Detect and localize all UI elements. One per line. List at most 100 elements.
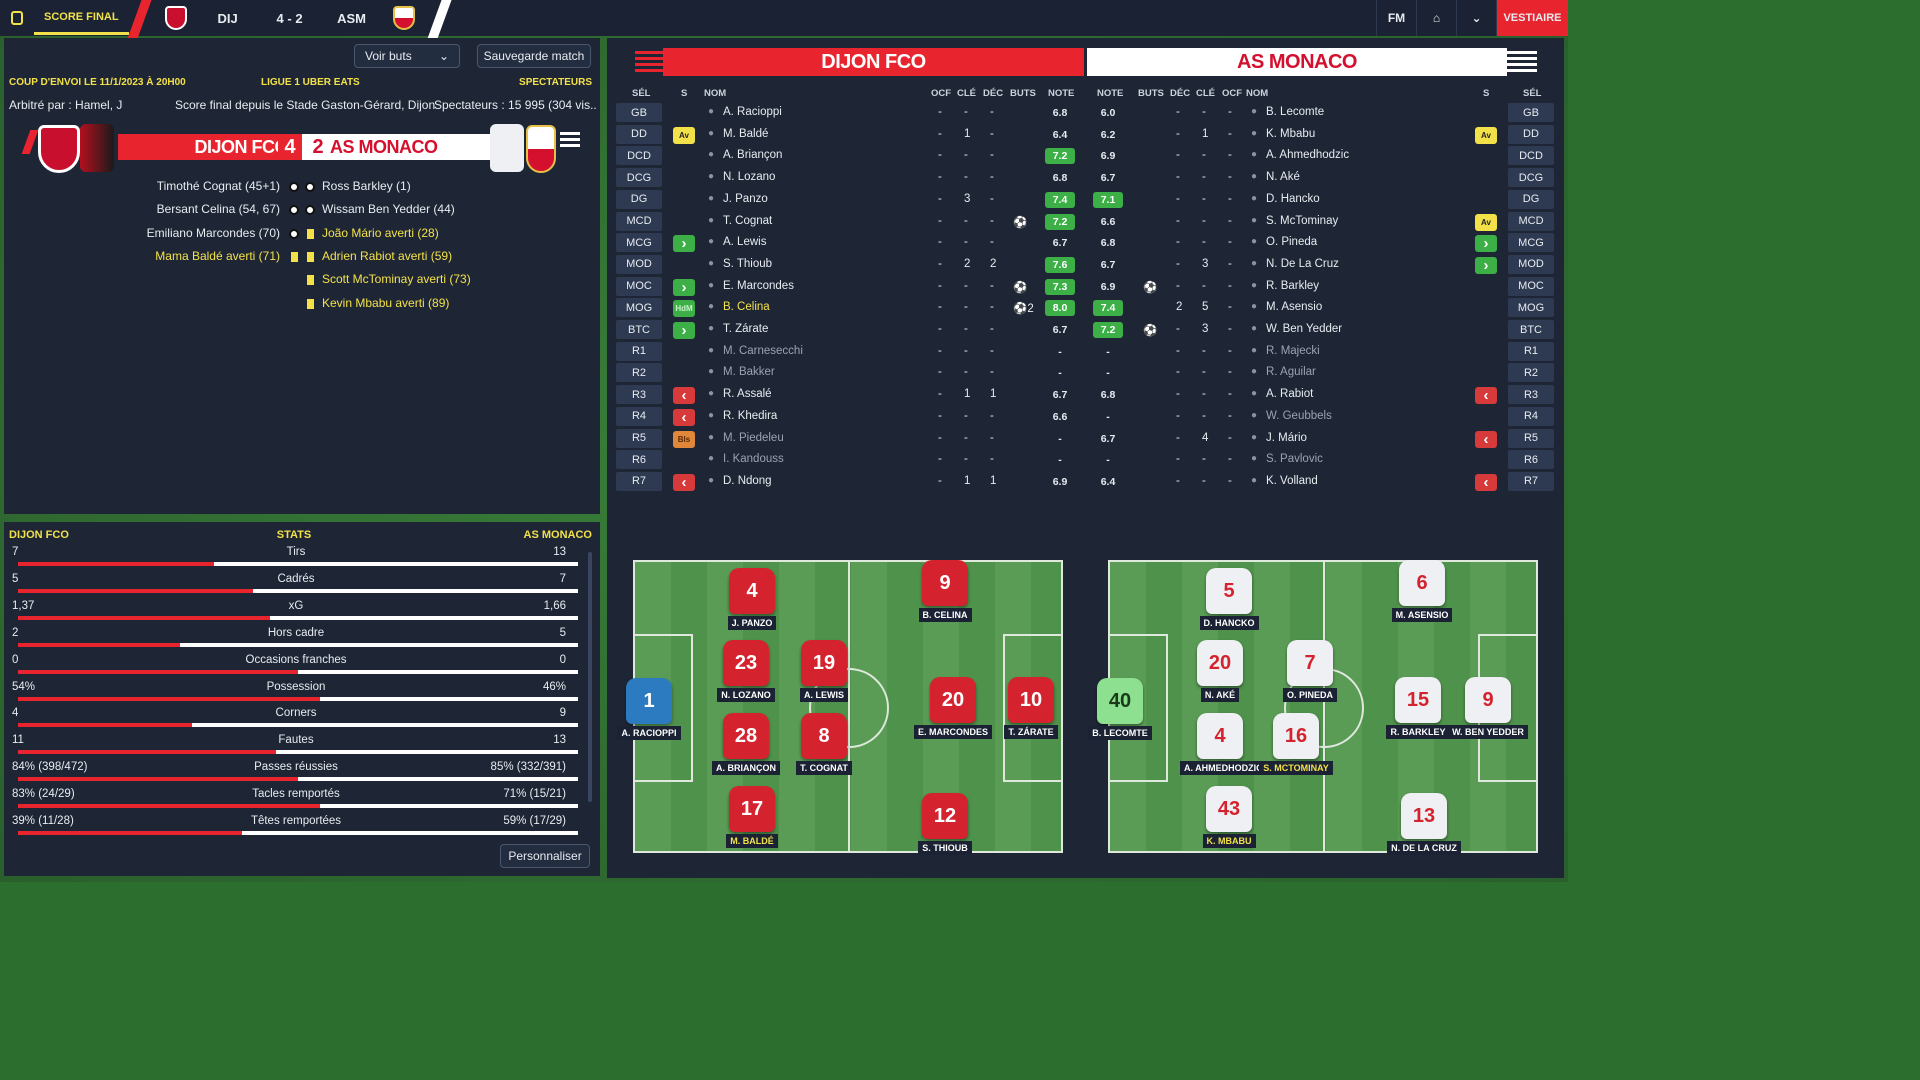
competition-logo-icon[interactable] [0, 0, 34, 36]
stat-cell: - [964, 409, 968, 422]
player-name-home[interactable]: R. Assalé [723, 388, 772, 400]
table-row[interactable]: DCG ● N. Lozano - - - 6.8 6.7 - - - ● N. Aké DCG [615, 168, 1555, 189]
player-name-away[interactable]: B. Lecomte [1266, 106, 1324, 118]
player-marker[interactable]: 19 A. LEWIS [784, 640, 864, 702]
voir-buts-button[interactable]: Voir buts ⌄ [354, 44, 460, 68]
table-row[interactable]: R1 ● M. Carnesecchi - - - - - - - - ● R. Majecki R1 [615, 341, 1555, 363]
table-row[interactable]: MOC › ● E. Marcondes - - - ⚽ 7.3 6.9 ⚽ - - - ● R. Barkl… [615, 276, 1555, 298]
stat-bar-fill [18, 669, 298, 674]
player-name-away[interactable]: O. Pineda [1266, 236, 1317, 248]
player-name-away[interactable]: S. McTominay [1266, 215, 1338, 227]
stat-row: 84% (398/472) Passes réussies 85% (332/391… [12, 761, 580, 788]
player-marker[interactable]: 40 B. LECOMTE [1080, 678, 1160, 740]
player-marker[interactable]: 5 D. HANCKO [1189, 568, 1269, 630]
player-name-home[interactable]: A. Briançon [723, 149, 782, 161]
player-name-away[interactable]: K. Mbabu [1266, 128, 1315, 140]
home-icon[interactable]: ⌂ [1416, 0, 1456, 36]
player-marker[interactable]: 16 S. MCTOMINAY [1256, 713, 1336, 775]
vestiaire-button[interactable]: VESTIAIRE [1496, 0, 1568, 36]
player-name-home[interactable]: S. Thioub [723, 258, 772, 270]
table-row[interactable]: DCD ● A. Briançon - - - 7.2 6.9 - - - ● A. Ahmedhodz… [615, 146, 1555, 167]
player-name-home[interactable]: I. Kandouss [723, 453, 784, 465]
sauvegarde-match-button[interactable]: Sauvegarde match [477, 44, 591, 68]
sub-in-icon: › [1475, 235, 1497, 253]
player-name-away[interactable]: S. Pavlovic [1266, 453, 1323, 465]
player-marker[interactable]: 13 N. DE LA CRUZ [1384, 793, 1464, 855]
table-row[interactable]: R4 ‹ ● R. Khedira - - - 6.6 - - - - ● W. Geubbels R4 [615, 406, 1555, 428]
player-name-away[interactable]: N. Aké [1266, 171, 1300, 183]
player-marker[interactable]: 20 E. MARCONDES [913, 677, 993, 739]
stat-away-value: 0 [559, 653, 566, 666]
table-row[interactable]: MCG › ● A. Lewis - - - 6.7 6.8 - - - ● O. Pineda › MCG [615, 233, 1555, 254]
fm-button[interactable]: FM [1376, 0, 1416, 36]
home-kit-icon [80, 124, 114, 172]
player-marker[interactable]: 15 R. BARKLEY [1378, 677, 1458, 739]
player-name-home[interactable]: D. Ndong [723, 475, 772, 487]
player-name-home[interactable]: M. Piedeleu [723, 432, 784, 444]
player-name-away[interactable]: R. Aguilar [1266, 366, 1316, 378]
player-marker[interactable]: 7 O. PINEDA [1270, 640, 1350, 702]
table-row[interactable]: MOD ● S. Thioub - 2 2 7.6 6.7 - 3 - ● N. De La Cruz ›… [615, 254, 1555, 276]
player-marker[interactable]: 17 M. BALDÉ [712, 786, 792, 848]
player-marker[interactable]: 9 W. BEN YEDDER [1448, 677, 1528, 739]
player-name-home[interactable]: A. Racioppi [723, 106, 782, 118]
player-name-away[interactable]: A. Rabiot [1266, 388, 1313, 400]
table-row[interactable]: MOG HdM ● B. Celina - - - ⚽2 8.0 7.4 2 5 - ● M. Asensi… [615, 298, 1555, 319]
stripes-icon [560, 132, 580, 135]
stat-cell: - [1176, 236, 1180, 249]
player-name-away[interactable]: N. De La Cruz [1266, 258, 1339, 270]
stat-bar [18, 642, 578, 647]
table-row[interactable]: R6 ● I. Kandouss - - - - - - - - ● S. Pavlovic R6 [615, 450, 1555, 471]
player-name-away[interactable]: J. Mário [1266, 432, 1307, 444]
table-row[interactable]: DG ● J. Panzo - 3 - 7.4 7.1 - - - ● D. Hancko DG [615, 189, 1555, 211]
player-marker[interactable]: 6 M. ASENSIO [1382, 560, 1462, 622]
table-row[interactable]: R5 Bls ● M. Piedeleu - - - - 6.7 - 4 - ● J. Mário ‹ R5 [615, 428, 1555, 450]
player-marker[interactable]: 20 N. AKÉ [1180, 640, 1260, 702]
chevron-down-icon[interactable]: ⌄ [1456, 0, 1496, 36]
player-name-home[interactable]: A. Lewis [723, 236, 766, 248]
table-row[interactable]: GB ● A. Racioppi - - - 6.8 6.0 - - - ● B. Lecomte GB [615, 103, 1555, 124]
table-row[interactable]: BTC › ● T. Zárate - - - 6.7 7.2 ⚽ - 3 - ● W. Ben Yedde… [615, 320, 1555, 341]
player-name-home[interactable]: M. Baldé [723, 128, 768, 140]
player-name-home[interactable]: B. Celina [723, 301, 770, 313]
table-row[interactable]: MCD ● T. Cognat - - - ⚽ 7.2 6.6 - - - ● S. McTominay A… [615, 211, 1555, 233]
player-marker[interactable]: 1 A. RACIOPPI [609, 678, 689, 740]
table-row[interactable]: R3 ‹ ● R. Assalé - 1 1 6.7 6.8 - - - ● A. Rabiot ‹ R3 [615, 385, 1555, 406]
player-name-away[interactable]: W. Geubbels [1266, 410, 1332, 422]
player-name-home[interactable]: T. Cognat [723, 215, 772, 227]
player-marker[interactable]: 4 A. AHMEDHODZIC [1180, 713, 1267, 775]
player-marker[interactable]: 23 N. LOZANO [706, 640, 786, 702]
scrollbar[interactable] [588, 552, 592, 802]
goals-cell: ⚽2 [1013, 303, 1034, 316]
player-marker[interactable]: 12 S. THIOUB [905, 793, 985, 855]
player-name-home[interactable]: E. Marcondes [723, 280, 794, 292]
player-marker[interactable]: 28 A. BRIANÇON [706, 713, 786, 775]
away-abbr: ASM [337, 10, 366, 26]
player-marker[interactable]: 4 J. PANZO [712, 568, 792, 630]
score-final-tab[interactable]: SCORE FINAL [34, 1, 129, 35]
player-name-away[interactable]: W. Ben Yedder [1266, 323, 1342, 335]
player-marker[interactable]: 10 T. ZÁRATE [991, 677, 1071, 739]
table-row[interactable]: R2 ● M. Bakker - - - - - - - - ● R. Aguilar R2 [615, 363, 1555, 384]
player-name-away[interactable]: A. Ahmedhodzic [1266, 149, 1349, 161]
player-name-away[interactable]: R. Barkley [1266, 280, 1319, 292]
player-name-home[interactable]: M. Bakker [723, 366, 775, 378]
player-marker[interactable]: 8 T. COGNAT [784, 713, 864, 775]
player-marker[interactable]: 9 B. CELINA [905, 560, 985, 622]
player-name-away[interactable]: M. Asensio [1266, 301, 1322, 313]
player-marker[interactable]: 43 K. MBABU [1189, 786, 1269, 848]
player-name-away[interactable]: D. Hancko [1266, 193, 1320, 205]
position-away: R5 [1508, 428, 1554, 448]
personnaliser-button[interactable]: Personnaliser [500, 844, 590, 868]
table-row[interactable]: R7 ‹ ● D. Ndong - 1 1 6.9 6.4 - - - ● K. Volland ‹ R7 [615, 471, 1555, 493]
person-icon: ● [708, 474, 715, 486]
player-name-home[interactable]: R. Khedira [723, 410, 777, 422]
table-row[interactable]: DD Av ● M. Baldé - 1 - 6.4 6.2 - 1 - ● K. Mbabu Av DD [615, 124, 1555, 146]
player-name-away[interactable]: K. Volland [1266, 475, 1318, 487]
stat-bar [18, 562, 578, 566]
player-name-away[interactable]: R. Majecki [1266, 345, 1320, 357]
player-name-home[interactable]: M. Carnesecchi [723, 345, 803, 357]
player-name-home[interactable]: J. Panzo [723, 193, 768, 205]
player-name-home[interactable]: T. Zárate [723, 323, 768, 335]
player-name-home[interactable]: N. Lozano [723, 171, 775, 183]
